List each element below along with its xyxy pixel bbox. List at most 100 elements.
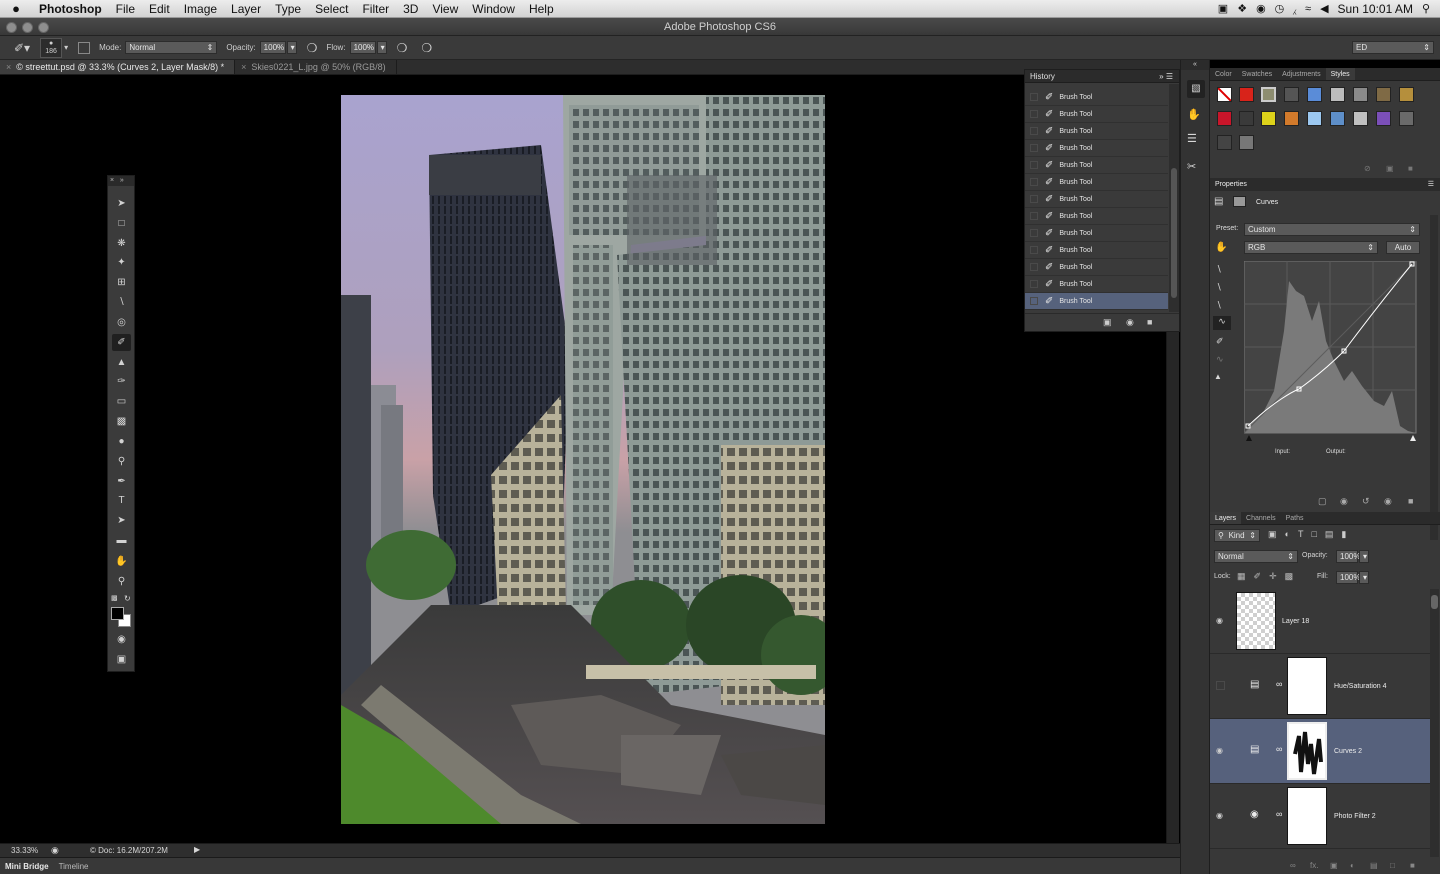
layer-name[interactable]: Curves 2 <box>1334 748 1362 755</box>
menu-file[interactable]: File <box>109 0 142 18</box>
magic-wand-tool-icon[interactable]: ✦ <box>112 254 131 271</box>
foreground-color-swatch[interactable] <box>111 607 124 620</box>
white-point-eyedropper-icon[interactable]: ∖ <box>1216 300 1222 311</box>
style-swatch[interactable] <box>1217 135 1232 150</box>
history-item-current[interactable]: ✐ Brush Tool <box>1025 293 1168 310</box>
new-layer-icon[interactable]: □ <box>1390 861 1395 870</box>
layer-row-curves-2[interactable]: ◉ ▤ ∞ Curves 2 <box>1210 719 1430 784</box>
layer-blend-mode-select[interactable]: Normal ⇕ <box>1214 550 1298 563</box>
brush-tool-icon[interactable]: ✐ <box>112 334 131 351</box>
pressure-size-icon[interactable]: ❍ <box>421 41 432 55</box>
style-none-swatch[interactable] <box>1217 87 1232 102</box>
pixel-layer-filter-icon[interactable]: ▣ <box>1268 529 1277 540</box>
zoom-tool-icon[interactable]: ⚲ <box>112 573 131 590</box>
style-swatch[interactable] <box>1307 111 1322 126</box>
healing-brush-tool-icon[interactable]: ◎ <box>112 314 131 331</box>
history-item[interactable]: ✐ Brush Tool <box>1025 208 1168 225</box>
style-swatch[interactable] <box>1353 111 1368 126</box>
shape-layer-filter-icon[interactable]: □ <box>1311 529 1316 540</box>
menu-window[interactable]: Window <box>465 0 522 18</box>
preset-select[interactable]: Custom ⇕ <box>1244 223 1420 236</box>
layer-mask-thumbnail[interactable] <box>1287 722 1327 780</box>
tab-mini-bridge[interactable]: Mini Bridge <box>0 862 54 871</box>
curve-edit-points-icon[interactable]: ∿ <box>1213 316 1231 330</box>
strip-collapse-icon[interactable]: « <box>1181 60 1209 70</box>
lock-transparent-icon[interactable]: ▦ <box>1237 571 1246 582</box>
layer-row-hue-saturation-4[interactable]: ▤ ∞ Hue/Saturation 4 <box>1210 654 1430 719</box>
history-snapshot-checkbox[interactable] <box>1030 297 1038 305</box>
opacity-slider-chevron-icon[interactable]: ▾ <box>286 41 297 54</box>
path-selection-tool-icon[interactable]: ➤ <box>112 512 131 529</box>
new-document-from-state-icon[interactable]: ▣ <box>1103 317 1112 328</box>
new-group-icon[interactable]: ▤ <box>1370 861 1378 870</box>
style-swatch[interactable] <box>1376 87 1391 102</box>
type-layer-filter-icon[interactable]: T <box>1298 529 1304 540</box>
fill-input[interactable]: 100% <box>1336 571 1360 584</box>
style-swatch[interactable] <box>1217 111 1232 126</box>
clear-style-icon[interactable]: ⊘ <box>1364 164 1371 173</box>
tab-paths[interactable]: Paths <box>1281 512 1309 524</box>
delete-style-icon[interactable]: ■ <box>1408 164 1413 173</box>
dropbox-icon[interactable]: ❖ <box>1237 2 1247 15</box>
menu-select[interactable]: Select <box>308 0 355 18</box>
menu-image[interactable]: Image <box>177 0 224 18</box>
eye-visibility-icon[interactable]: ◉ <box>1216 811 1223 820</box>
layer-row-photo-filter-2[interactable]: ◉ ◉ ∞ Photo Filter 2 <box>1210 784 1430 849</box>
new-adjustment-layer-icon[interactable]: ◐ <box>1350 861 1355 870</box>
history-brush-tool-icon[interactable]: ✑ <box>112 373 131 390</box>
style-swatch[interactable] <box>1284 111 1299 126</box>
history-snapshot-checkbox[interactable] <box>1030 280 1038 288</box>
history-item[interactable]: ✐ Brush Tool <box>1025 140 1168 157</box>
history-item[interactable]: ✐ Brush Tool <box>1025 242 1168 259</box>
tab-swatches[interactable]: Swatches <box>1237 68 1277 80</box>
smooth-curve-icon[interactable]: ∿ <box>1216 354 1224 365</box>
tool-presets-icon[interactable]: ✂ <box>1187 160 1196 173</box>
mask-link-chain-icon[interactable]: ∞ <box>1276 744 1282 754</box>
history-snapshot-checkbox[interactable] <box>1030 212 1038 220</box>
close-tab-icon[interactable]: × <box>6 62 11 72</box>
style-swatch[interactable] <box>1239 111 1254 126</box>
style-swatch[interactable] <box>1239 87 1254 102</box>
view-previous-state-icon[interactable]: ◉ <box>1340 496 1348 507</box>
layer-style-fx-icon[interactable]: fx. <box>1310 861 1318 870</box>
tab-layers[interactable]: Layers <box>1210 512 1242 524</box>
eye-visibility-icon[interactable]: ◉ <box>1216 616 1223 625</box>
pen-tool-icon[interactable]: ✒ <box>112 473 131 490</box>
properties-scrollbar[interactable] <box>1430 215 1438 540</box>
history-snapshot-checkbox[interactable] <box>1030 161 1038 169</box>
crop-tool-icon[interactable]: ⊞ <box>112 274 131 291</box>
curves-graph[interactable] <box>1244 261 1418 441</box>
history-item[interactable]: ✐ Brush Tool <box>1025 123 1168 140</box>
history-snapshot-checkbox[interactable] <box>1030 93 1038 101</box>
layer-mask-thumbnail[interactable] <box>1287 787 1327 845</box>
eye-visibility-icon[interactable]: ◉ <box>1216 746 1223 755</box>
hand-tool-icon[interactable]: ✋ <box>112 553 131 570</box>
flow-slider-chevron-icon[interactable]: ▾ <box>376 41 387 54</box>
app-menu[interactable]: Photoshop <box>32 0 109 18</box>
marquee-tool-icon[interactable]: □ <box>112 215 131 232</box>
tab-streettut[interactable]: × © streettut.psd @ 33.3% (Curves 2, Laye… <box>0 60 236 74</box>
menu-3d[interactable]: 3D <box>396 0 425 18</box>
type-tool-icon[interactable]: T <box>112 492 131 509</box>
history-snapshot-checkbox[interactable] <box>1030 178 1038 186</box>
brush-tool-preset-icon[interactable]: ✐▾ <box>14 41 30 55</box>
target-adjust-hand-icon[interactable]: ✋ <box>1215 242 1227 253</box>
black-point-eyedropper-icon[interactable]: ∖ <box>1216 264 1222 275</box>
workspace-select[interactable]: ED ⇕ <box>1352 41 1434 54</box>
layer-mask-thumbnail[interactable] <box>1287 657 1327 715</box>
apple-menu-icon[interactable]: ● <box>0 0 32 18</box>
mask-link-chain-icon[interactable]: ∞ <box>1276 679 1282 689</box>
history-snapshot-checkbox[interactable] <box>1030 127 1038 135</box>
channel-select[interactable]: RGB ⇕ <box>1244 241 1378 254</box>
smart-object-filter-icon[interactable]: ▤ <box>1325 529 1334 540</box>
lasso-tool-icon[interactable]: ❋ <box>112 235 131 252</box>
menu-type[interactable]: Type <box>268 0 308 18</box>
style-swatch[interactable] <box>1239 135 1254 150</box>
adjustments-icon[interactable]: ☰ <box>1187 132 1197 145</box>
clip-to-layer-icon[interactable]: ▢ <box>1318 496 1327 507</box>
document-canvas-image[interactable] <box>341 95 825 824</box>
filter-toggle-icon[interactable]: ▮ <box>1341 529 1346 540</box>
record-icon[interactable]: ◉ <box>1256 2 1266 15</box>
minimize-window-icon[interactable] <box>22 22 33 33</box>
history-item[interactable]: ✐ Brush Tool <box>1025 191 1168 208</box>
